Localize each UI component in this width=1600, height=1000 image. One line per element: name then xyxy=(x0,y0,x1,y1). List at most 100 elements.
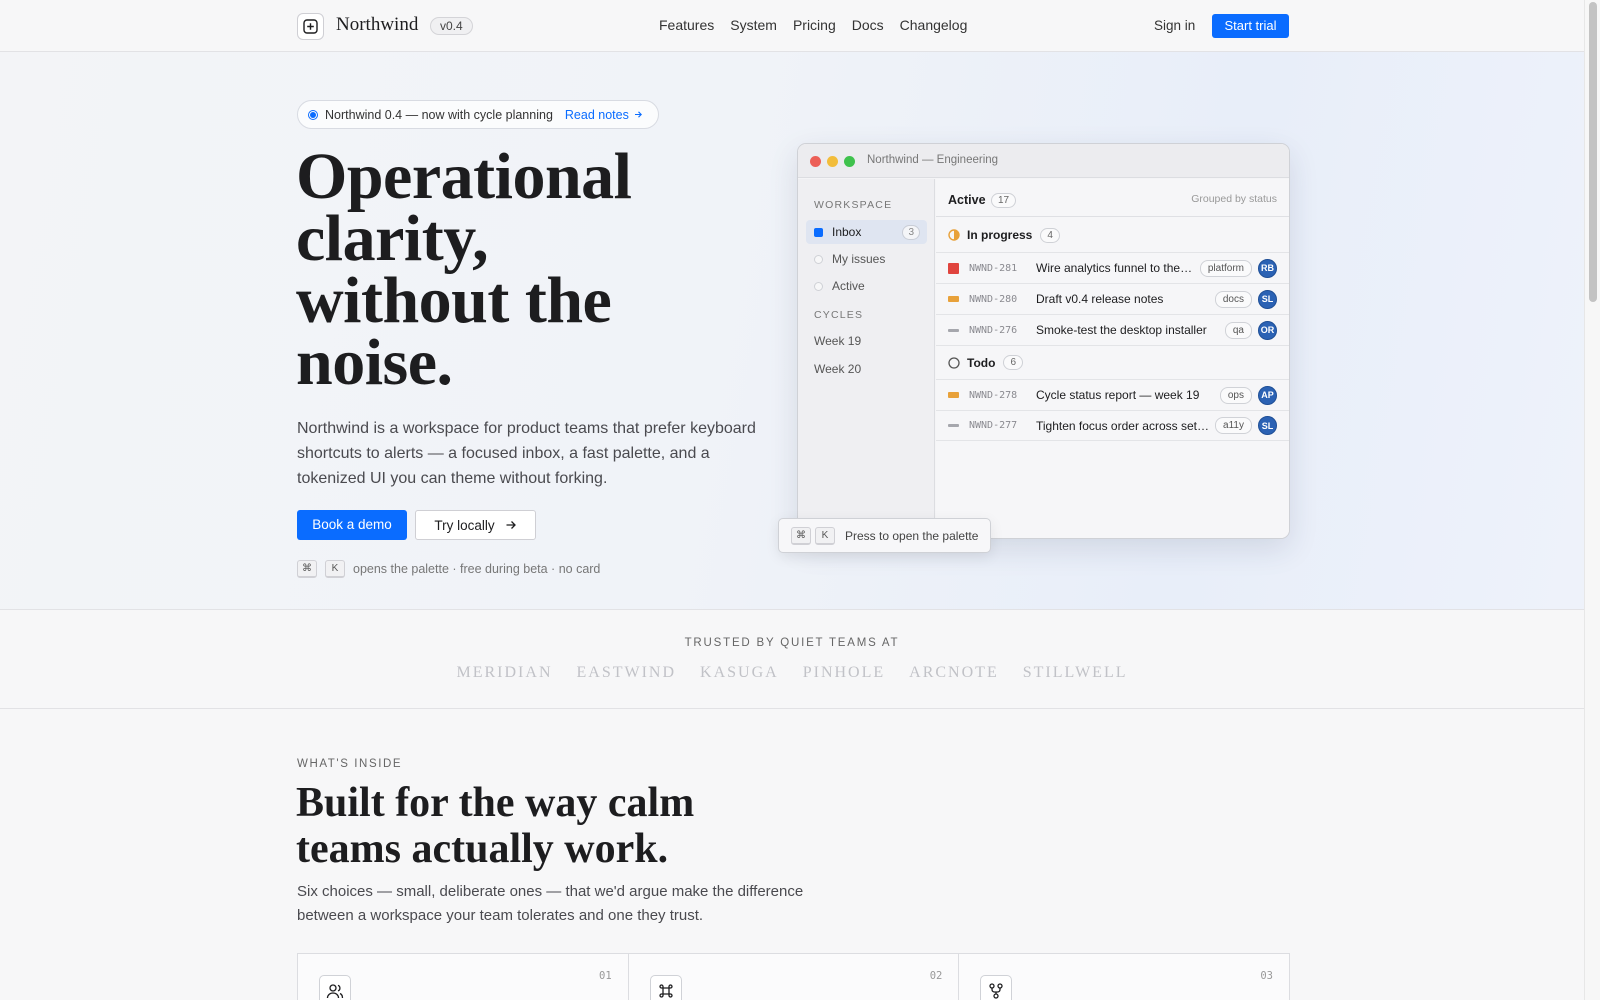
issue-title: Draft v0.4 release notes xyxy=(1036,292,1164,306)
issue-key: NWND-277 xyxy=(969,420,1018,431)
issue-row[interactable]: NWND-277 Tighten focus order across sett… xyxy=(936,410,1289,441)
avatar[interactable]: SL xyxy=(1258,416,1277,435)
circle-icon xyxy=(814,281,823,291)
nav-features[interactable]: Features xyxy=(659,17,714,33)
nav-changelog[interactable]: Changelog xyxy=(900,17,968,33)
hero-title-line: clarity, xyxy=(296,202,489,275)
grouping-label[interactable]: Grouped by status xyxy=(1191,193,1277,205)
customer-logo: STILLWELL xyxy=(1022,664,1128,681)
issue-row[interactable]: NWND-276 Smoke-test the desktop installe… xyxy=(936,314,1289,345)
shortcut-hint: ⌘ K opens the palette · free during beta… xyxy=(297,560,600,578)
read-notes-label: Read notes xyxy=(564,107,629,122)
sidebar-item-label: My issues xyxy=(832,252,886,266)
main-nav: Features System Pricing Docs Changelog xyxy=(659,17,967,33)
issue-tag[interactable]: platform xyxy=(1199,259,1252,277)
sidebar-item-my-issues[interactable]: My issues xyxy=(806,247,927,271)
group-in-progress[interactable]: In progress 4 xyxy=(936,218,1289,252)
feature-card[interactable]: 02 xyxy=(629,954,960,1000)
sidebar-item-week-19[interactable]: Week 19 xyxy=(814,334,861,348)
issue-tag[interactable]: ops xyxy=(1219,386,1252,404)
features-subtitle: Six choices — small, deliberate ones — t… xyxy=(297,883,804,924)
card-number: 01 xyxy=(599,970,612,982)
app-window-preview: Northwind — Engineering WORKSPACE Inbox … xyxy=(797,143,1290,539)
issue-key: NWND-281 xyxy=(969,262,1018,274)
workspace-heading: WORKSPACE xyxy=(814,199,893,211)
low-priority-icon xyxy=(948,424,959,427)
feature-cards: 01 02 03 xyxy=(297,953,1290,1000)
avatar[interactable]: OR xyxy=(1258,320,1277,340)
nav-system[interactable]: System xyxy=(730,17,777,33)
scrollbar-thumb[interactable] xyxy=(1589,2,1597,302)
issue-tag[interactable]: a11y xyxy=(1215,417,1252,434)
avatar[interactable]: SL xyxy=(1258,289,1277,309)
announcement-pill[interactable]: Northwind 0.4 — now with cycle planning … xyxy=(297,100,659,129)
minimize-dot[interactable] xyxy=(827,156,838,167)
start-trial-button[interactable]: Start trial xyxy=(1212,14,1289,38)
group-todo[interactable]: Todo 6 xyxy=(936,345,1289,379)
brand-name[interactable]: Northwind xyxy=(336,14,418,36)
announcement-text: Northwind 0.4 — now with cycle planning xyxy=(325,107,553,122)
half-circle-icon xyxy=(948,229,960,241)
palette-hint-text: Press to open the palette xyxy=(845,528,979,543)
features-title-line: teams actually work. xyxy=(296,826,669,872)
high-priority-icon xyxy=(948,392,959,398)
sidebar-item-inbox[interactable]: Inbox 3 xyxy=(806,220,927,244)
list-title: Active xyxy=(948,193,986,207)
issue-row[interactable]: NWND-280 Draft v0.4 release notes docs S… xyxy=(936,283,1289,314)
maximize-dot[interactable] xyxy=(844,156,855,167)
feature-card[interactable]: 01 xyxy=(298,954,629,1000)
list-count: 17 xyxy=(991,193,1017,208)
top-navigation-bar: Northwind v0.4 Features System Pricing D… xyxy=(0,0,1584,52)
arrow-right-icon xyxy=(635,110,643,118)
issue-key: NWND-276 xyxy=(969,324,1018,336)
radio-dot-icon xyxy=(308,109,318,120)
group-label: In progress xyxy=(967,228,1033,242)
issue-tag[interactable]: docs xyxy=(1214,290,1252,308)
try-locally-button[interactable]: Try locally xyxy=(415,510,536,540)
card-number: 02 xyxy=(929,970,943,982)
book-demo-button[interactable]: Book a demo xyxy=(297,510,407,540)
read-notes-link[interactable]: Read notes xyxy=(565,108,643,122)
hint-text: opens the palette · free during beta · n… xyxy=(353,562,601,576)
window-titlebar: Northwind — Engineering xyxy=(798,144,1289,178)
arrow-right-icon xyxy=(506,521,516,529)
group-count: 4 xyxy=(1040,227,1060,243)
inbox-count: 3 xyxy=(902,224,920,240)
issue-title: Smoke-test the desktop installer xyxy=(1036,323,1207,337)
hero-title-line: noise. xyxy=(296,326,453,399)
nav-pricing[interactable]: Pricing xyxy=(793,17,836,33)
issue-row[interactable]: NWND-281 Wire analytics funnel to the ne… xyxy=(936,252,1289,283)
trusted-by-section: TRUSTED BY QUIET TEAMS AT MERIDIAN EASTW… xyxy=(0,611,1584,709)
sidebar-item-active[interactable]: Active xyxy=(806,274,927,298)
issue-row[interactable]: NWND-278 Cycle status report — week 19 o… xyxy=(936,379,1289,410)
issue-title: Tighten focus order across settings xyxy=(1036,418,1210,433)
version-badge: v0.4 xyxy=(430,17,473,35)
avatar[interactable]: RB xyxy=(1258,258,1277,278)
close-dot[interactable] xyxy=(810,156,821,167)
customer-logos: MERIDIAN EASTWIND KASUGA PINHOLE ARCNOTE… xyxy=(0,664,1584,682)
cycles-heading: CYCLES xyxy=(814,309,864,321)
hero-lead: Northwind is a workspace for product tea… xyxy=(297,420,756,487)
app-sidebar: WORKSPACE Inbox 3 My issues Active CYCLE… xyxy=(798,179,935,538)
circle-icon xyxy=(814,254,823,264)
sidebar-item-week-20[interactable]: Week 20 xyxy=(814,362,861,376)
issue-tag[interactable]: qa xyxy=(1224,321,1252,339)
sign-in-link[interactable]: Sign in xyxy=(1154,18,1195,33)
page-scrollbar[interactable] xyxy=(1584,0,1600,1000)
hero-title: Operational clarity, without the noise. xyxy=(296,144,756,399)
issue-title: Cycle status report — week 19 xyxy=(1036,388,1200,402)
try-locally-label: Try locally xyxy=(434,517,495,533)
issue-list-pane: Active 17 Grouped by status In progress … xyxy=(936,179,1289,538)
feature-card[interactable]: 03 xyxy=(959,954,1289,1000)
group-count: 6 xyxy=(1003,355,1023,370)
trusted-label: TRUSTED BY QUIET TEAMS AT xyxy=(684,637,900,649)
users-icon xyxy=(319,975,351,1000)
logo-mark[interactable] xyxy=(297,13,324,40)
customer-logo: MERIDIAN xyxy=(456,664,553,681)
features-kicker: WHAT'S INSIDE xyxy=(297,758,403,770)
palette-hint-chip[interactable]: ⌘ K Press to open the palette xyxy=(778,518,991,553)
avatar[interactable]: AP xyxy=(1258,385,1277,405)
nav-docs[interactable]: Docs xyxy=(852,17,884,33)
features-title: Built for the way calm teams actually wo… xyxy=(296,780,816,872)
low-priority-icon xyxy=(948,328,959,332)
